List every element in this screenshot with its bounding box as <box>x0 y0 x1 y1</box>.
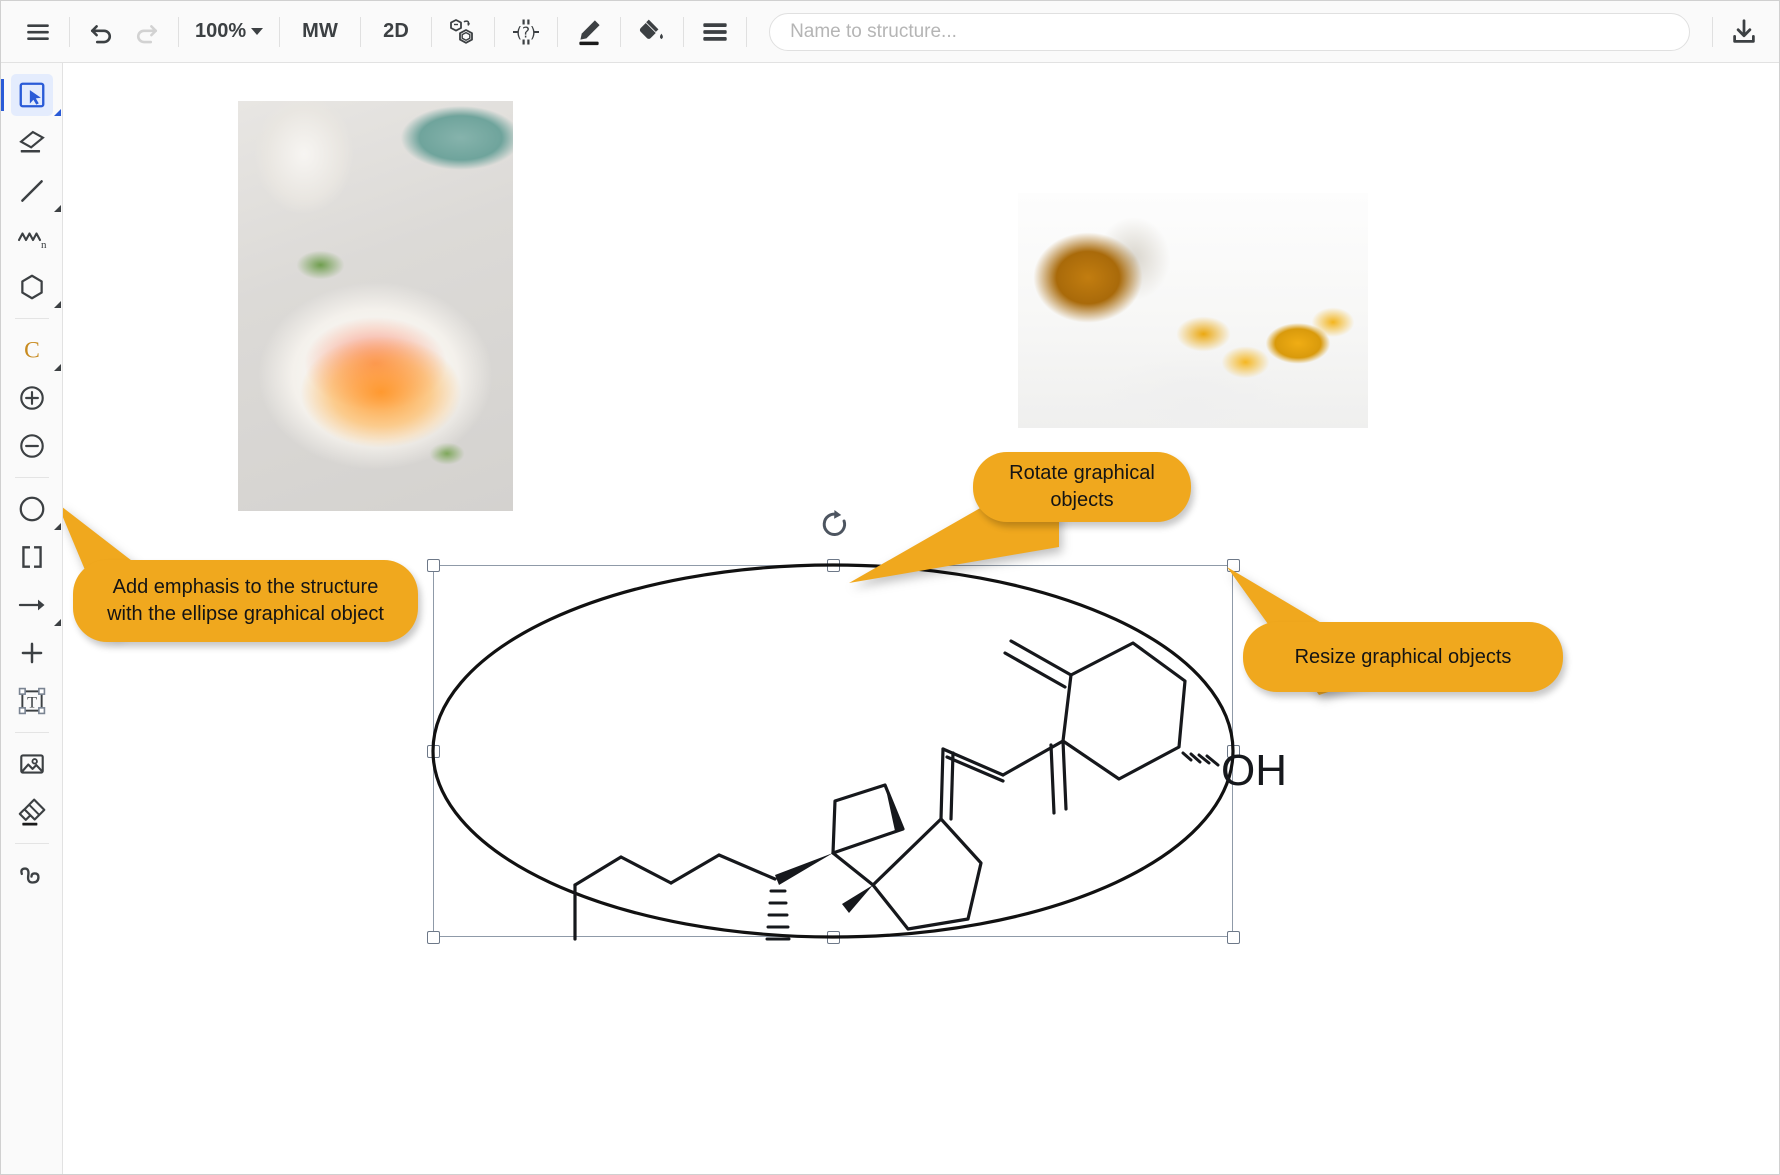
plus-circle-icon <box>20 386 44 410</box>
squiggle-icon <box>20 867 40 884</box>
chevron-down-icon <box>251 28 264 35</box>
resize-callout-text: Resize graphical objects <box>1294 645 1512 668</box>
structure-templates-icon[interactable] <box>440 9 486 55</box>
ellipse-callout: Add emphasis to the structure with the e… <box>73 560 418 642</box>
hexagon-icon <box>21 274 43 300</box>
toolbar-divider <box>279 16 281 47</box>
svg-text:C: C <box>24 338 40 364</box>
sidebar-item-highlight[interactable] <box>1 788 63 836</box>
dimension-2d-button[interactable]: 2D <box>369 9 423 55</box>
zoom-level-value: 100% <box>195 20 247 42</box>
sidebar-item-lasso[interactable] <box>1 851 63 899</box>
top-toolbar: 100% MW 2D (?) <box>1 1 1779 63</box>
undo-icon[interactable] <box>78 9 124 55</box>
line-style-icon[interactable] <box>692 9 738 55</box>
line-icon <box>21 180 43 202</box>
resize-handle-bottom-center[interactable] <box>827 931 840 944</box>
toolbar-divider <box>1712 16 1713 47</box>
svg-text:(?): (?) <box>516 23 536 41</box>
sidebar-item-text[interactable]: T <box>1 677 63 725</box>
flyout-indicator-icon <box>54 619 61 626</box>
circle-icon <box>19 496 45 522</box>
download-icon[interactable] <box>1721 9 1767 55</box>
sidebar-divider <box>14 843 49 844</box>
resize-callout: Resize graphical objects <box>1243 622 1563 692</box>
toolbar-divider <box>69 16 70 47</box>
toolbar-divider <box>746 16 748 47</box>
sidebar-item-brackets[interactable] <box>1 533 63 581</box>
sidebar-item-image[interactable] <box>1 740 63 788</box>
flyout-indicator-icon <box>54 109 61 116</box>
food-photo[interactable] <box>238 101 513 511</box>
atom-c-icon: C <box>24 338 40 364</box>
sidebar-divider <box>14 477 49 478</box>
left-tool-sidebar: n C T <box>1 63 63 1174</box>
resize-handle-bottom-left[interactable] <box>427 931 440 944</box>
sidebar-item-chain[interactable]: n <box>1 215 63 263</box>
toolbar-divider <box>431 16 433 47</box>
rotate-callout: Rotate graphical objects <box>973 452 1191 522</box>
application-window: 100% MW 2D (?) Name to structure... n C … <box>0 0 1780 1175</box>
resize-handle-middle-right[interactable] <box>1227 745 1240 758</box>
plus-icon <box>21 642 43 664</box>
brackets-icon <box>22 546 42 568</box>
zoom-level-dropdown[interactable]: 100% <box>187 9 271 55</box>
sidebar-item-arrow[interactable] <box>1 581 63 629</box>
select-arrow-icon <box>19 82 45 108</box>
chain-n-icon: n <box>17 232 47 251</box>
arrow-right-icon <box>18 599 45 611</box>
flyout-indicator-icon <box>54 301 61 308</box>
flyout-indicator-icon <box>54 364 61 371</box>
pills-photo[interactable] <box>1018 193 1368 428</box>
sidebar-item-charge-minus[interactable] <box>1 422 63 470</box>
toolbar-divider <box>557 16 559 47</box>
redo-icon[interactable] <box>124 9 170 55</box>
resize-handle-top-center[interactable] <box>827 559 840 572</box>
toolbar-divider <box>683 16 685 47</box>
pen-color-icon[interactable] <box>566 9 612 55</box>
sidebar-item-ring[interactable] <box>1 263 63 311</box>
selection-rectangle <box>433 565 1233 937</box>
svg-text:T: T <box>27 694 37 711</box>
name-to-structure-input[interactable] <box>769 12 1690 51</box>
sidebar-item-erase[interactable] <box>1 119 63 167</box>
toolbar-divider <box>178 16 179 47</box>
sidebar-item-atom[interactable]: C <box>1 326 63 374</box>
rotate-callout-text: Rotate graphical objects <box>1009 462 1155 511</box>
minus-circle-icon <box>20 434 44 458</box>
sidebar-divider <box>14 732 49 733</box>
toolbar-divider <box>360 16 362 47</box>
sidebar-divider <box>14 318 49 319</box>
ellipse-callout-text: Add emphasis to the structure with the e… <box>107 576 384 625</box>
sidebar-item-plus[interactable] <box>1 629 63 677</box>
molecular-weight-button[interactable]: MW <box>288 9 352 55</box>
text-box-icon: T <box>18 687 46 715</box>
drawing-canvas[interactable]: OH Add emphasis to the structure with th… <box>63 63 1779 1174</box>
resize-handle-top-left[interactable] <box>427 559 440 572</box>
sidebar-item-charge-plus[interactable] <box>1 374 63 422</box>
sidebar-item-bond[interactable] <box>1 167 63 215</box>
dimension-2d-label: 2D <box>383 20 410 42</box>
eraser-icon <box>19 130 45 153</box>
flyout-indicator-icon <box>54 523 61 530</box>
query-properties-icon[interactable]: (?) <box>503 9 549 55</box>
resize-handle-bottom-right[interactable] <box>1227 931 1240 944</box>
molecular-weight-label: MW <box>302 20 339 42</box>
toolbar-divider <box>494 16 496 47</box>
toolbar-divider <box>620 16 622 47</box>
image-icon <box>20 754 44 774</box>
flyout-indicator-icon <box>54 205 61 212</box>
resize-handle-middle-left[interactable] <box>427 745 440 758</box>
marker-icon <box>18 798 46 826</box>
svg-text:n: n <box>41 239 47 251</box>
sidebar-item-select[interactable] <box>1 71 63 119</box>
fill-color-icon[interactable] <box>629 9 675 55</box>
sidebar-item-ellipse[interactable] <box>1 485 63 533</box>
hamburger-menu-icon[interactable] <box>15 9 61 55</box>
